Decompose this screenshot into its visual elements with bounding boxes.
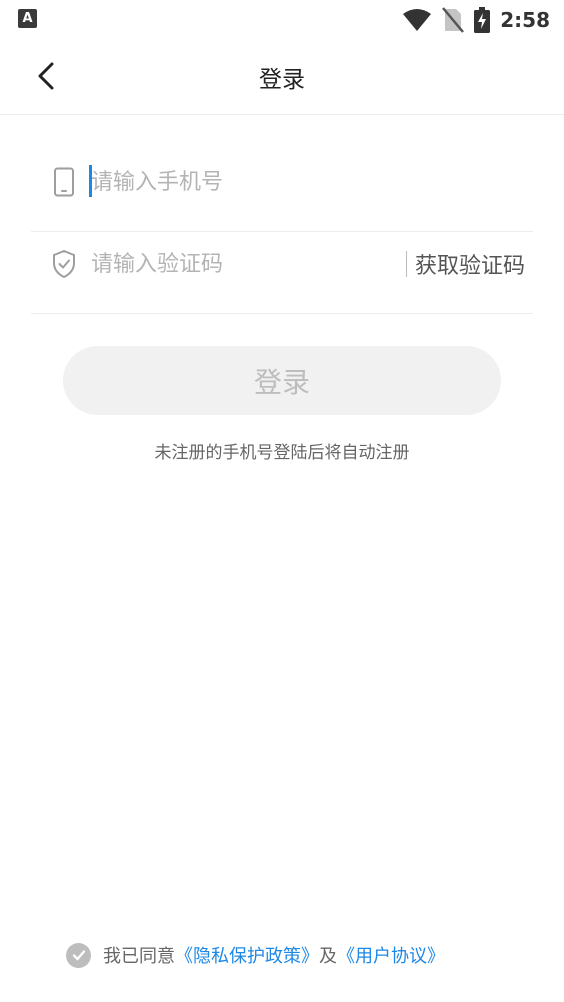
shield-check-icon — [53, 250, 75, 278]
verification-code-input[interactable] — [91, 245, 381, 283]
get-code-divider — [405, 251, 407, 277]
status-time: 2:58 — [500, 8, 550, 32]
status-icons: 2:58 — [402, 6, 550, 34]
user-agreement-link[interactable]: 《用户协议》 — [337, 942, 445, 968]
status-bar: A 2:58 — [0, 0, 564, 40]
nav-bar: 登录 — [0, 40, 564, 115]
agreement-row: 我已同意 《隐私保护政策》 及 《用户协议》 — [66, 940, 445, 970]
page-title: 登录 — [259, 67, 305, 93]
agreement-checkbox[interactable] — [66, 942, 91, 968]
login-button[interactable]: 登录 — [63, 346, 501, 415]
code-field-row: 获取验证码 — [31, 217, 533, 314]
app-notification-icon: A — [18, 9, 37, 28]
check-circle-icon — [72, 950, 85, 961]
text-cursor — [89, 165, 92, 197]
battery-charging-icon — [474, 7, 491, 33]
phone-icon — [54, 167, 74, 197]
agreement-prefix: 我已同意 — [103, 946, 175, 967]
privacy-policy-link[interactable]: 《隐私保护政策》 — [175, 942, 319, 968]
auto-register-hint: 未注册的手机号登陆后将自动注册 — [154, 443, 410, 463]
no-sim-icon — [442, 7, 465, 33]
get-code-label: 获取验证码 — [414, 254, 525, 279]
phone-input[interactable] — [91, 163, 511, 201]
get-code-button[interactable]: 获取验证码 — [405, 245, 525, 283]
wifi-icon — [403, 9, 432, 31]
agreement-joiner: 及 — [319, 946, 337, 967]
